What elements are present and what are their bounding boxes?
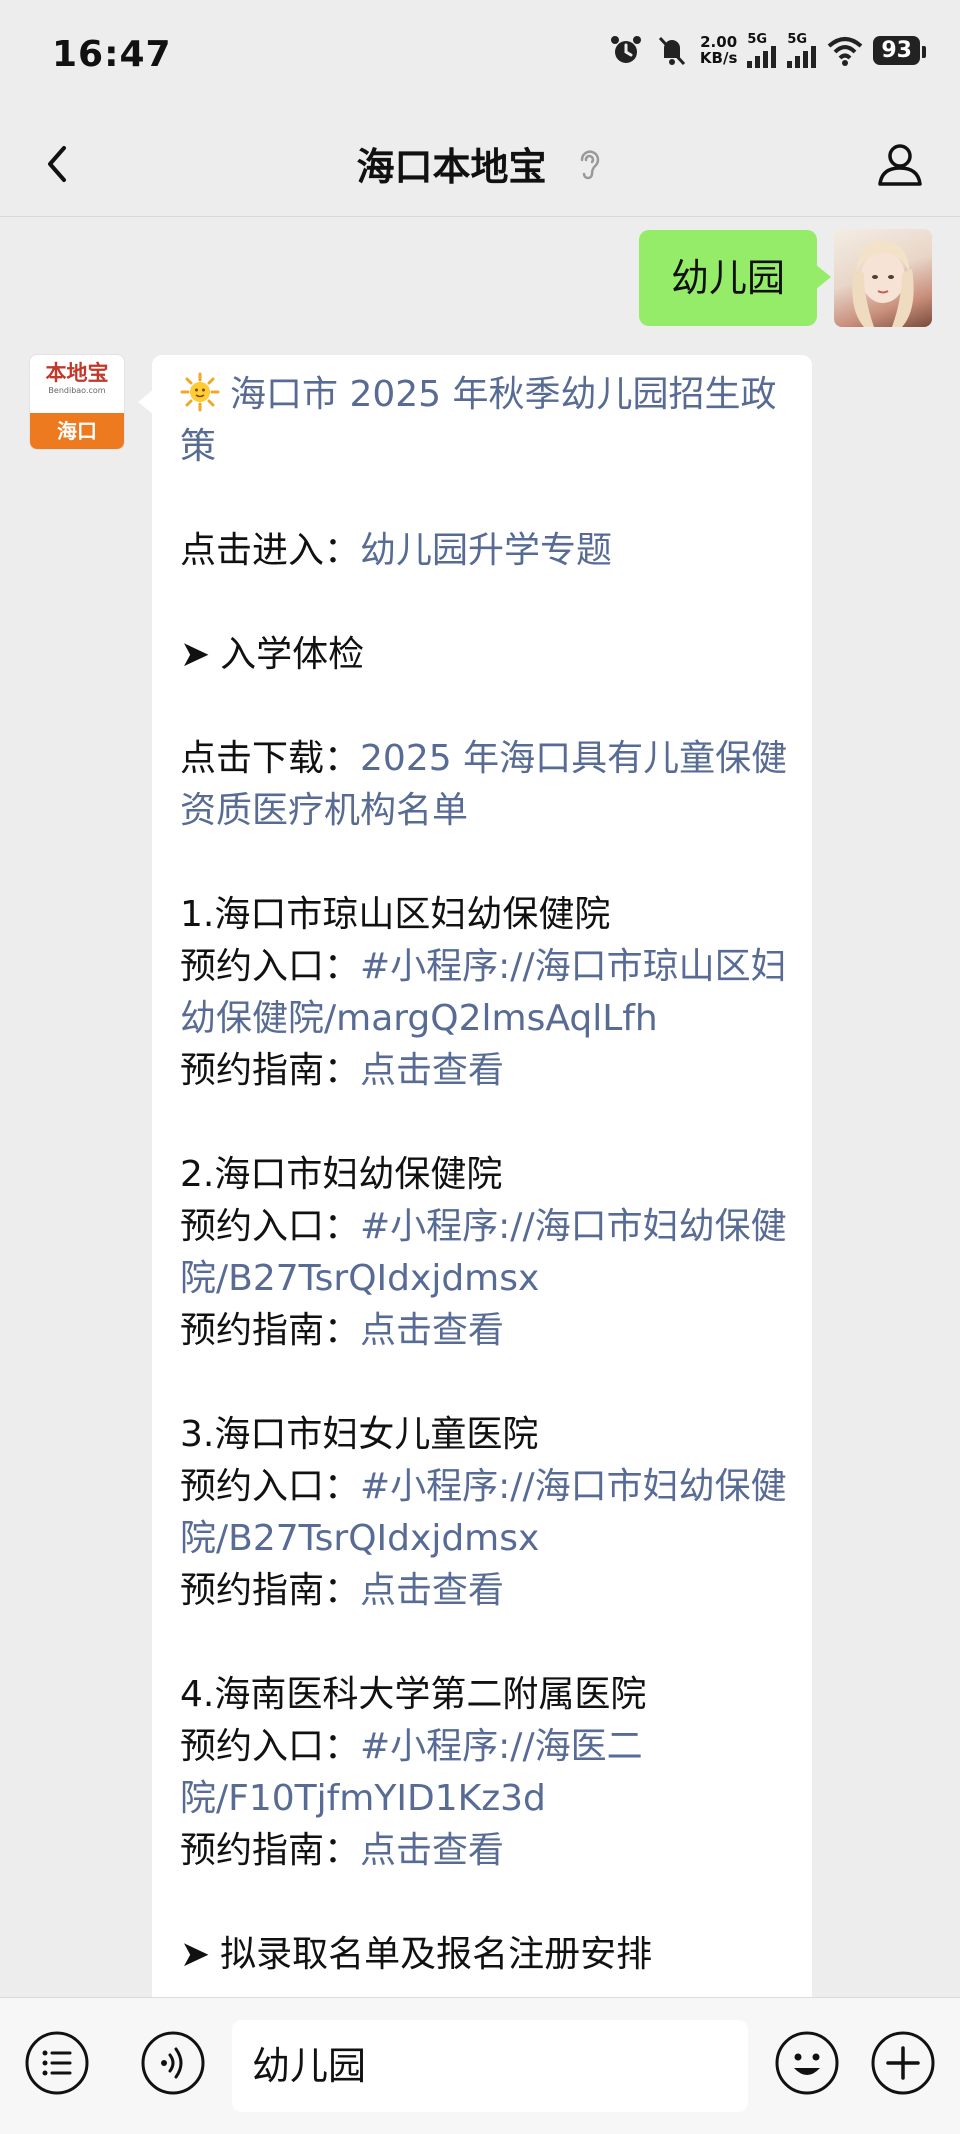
chat-title: 海口本地宝 [356,145,547,189]
bot-logo: 本地宝 Bendibao.com [30,355,124,413]
battery-icon: 93 [873,35,926,65]
emoji-icon[interactable] [774,2030,840,2096]
ear-icon [580,149,599,179]
status-time: 16:47 [52,34,172,75]
status-bar: 16:47 2.00 KB/s 5G 5G 93 [0,0,960,110]
hospital-guide: 预约指南：点击查看 [180,1565,788,1617]
sim2-signal: 5G [787,33,817,68]
arrow-icon: ➤ [180,634,211,675]
chat-area[interactable]: 幼儿园 本地宝 Bendibao.com 海口 海口市 2025 年秋季幼儿园招… [0,217,960,1997]
guide-label: 预约指南： [180,1310,361,1351]
guide-link[interactable]: 点击查看 [360,1050,504,1091]
entry-label: 预约入口： [180,946,361,987]
download-line: 点击下载：2025 年海口具有儿童保健资质医疗机构名单 [180,733,788,837]
sim2-label: 5G [787,31,808,47]
sun-emoji-icon [180,372,220,412]
message-input[interactable]: 幼儿园 [232,2020,748,2112]
hospital-entry: 预约入口：#小程序://海口市琼山区妇幼保健院/margQ2lmsAqlLfh [180,941,788,1045]
guide-link[interactable]: 点击查看 [360,1830,504,1871]
hospital-guide: 预约指南：点击查看 [180,1305,788,1357]
entry-label: 预约入口： [180,1206,361,1247]
my-avatar[interactable] [834,229,932,327]
bot-logo-sub: Bendibao.com [48,386,106,395]
guide-label: 预约指南： [180,1830,361,1871]
download-label: 点击下载： [180,738,361,779]
section-heading-admission: ➤ 拟录取名单及报名注册安排 [180,1929,788,1981]
wifi-icon [828,37,863,66]
profile-icon[interactable] [870,134,930,194]
hospital-entry: 预约入口：#小程序://海医二院/F10TjfmYID1Kz3d [180,1721,788,1825]
guide-link[interactable]: 点击查看 [360,1570,504,1611]
section1-text: 入学体检 [220,634,365,675]
enter-line: 点击进入：幼儿园升学专题 [180,525,788,577]
bot-avatar[interactable]: 本地宝 Bendibao.com 海口 [29,354,125,450]
chat-header: 海口本地宝 [0,110,960,217]
hospital-name: 3.海口市妇女儿童医院 [180,1414,539,1455]
alarm-icon [610,36,641,63]
sim1-signal: 5G [747,33,777,68]
my-message-bubble[interactable]: 幼儿园 [638,230,832,326]
network-speed: 2.00 KB/s [700,34,737,66]
voice-icon[interactable] [140,2030,206,2096]
arrow-icon: ➤ [180,1934,211,1975]
hospital-name: 4.海南医科大学第二附属医院 [180,1674,647,1715]
hospital-entry: 预约入口：#小程序://海口市妇幼保健院/B27TsrQIdxjdmsx [180,1461,788,1565]
message-title-line[interactable]: 海口市 2025 年秋季幼儿园招生政策 [180,369,788,473]
guide-link[interactable]: 点击查看 [360,1310,504,1351]
entry-label: 预约入口： [180,1726,361,1767]
sim1-label: 5G [747,31,768,47]
bot-logo-text: 本地宝 [45,361,109,385]
enter-label: 点击进入： [180,530,361,571]
menu-list-icon[interactable] [24,2030,90,2096]
bot-logo-city: 海口 [30,413,124,449]
guide-label: 预约指南： [180,1050,361,1091]
hospital-guide: 预约指南：点击查看 [180,1825,788,1877]
guide-label: 预约指南： [180,1570,361,1611]
hospital-name: 1.海口市琼山区妇幼保健院 [180,894,611,935]
network-speed-value: 2.00 [700,33,738,51]
signal-icon [747,45,777,68]
entry-label: 预约入口： [180,1466,361,1507]
mute-bell-icon [658,36,686,66]
enter-topic-link[interactable]: 幼儿园升学专题 [360,530,612,571]
policy-title-link[interactable]: 海口市 2025 年秋季幼儿园招生政策 [180,374,777,467]
input-bar: 幼儿园 [0,1997,960,2134]
hospital-entry: 预约入口：#小程序://海口市妇幼保健院/B27TsrQIdxjdmsx [180,1201,788,1305]
plus-icon[interactable] [870,2030,936,2096]
portrait-image [852,241,914,327]
section2-text: 拟录取名单及报名注册安排 [220,1934,653,1975]
status-icons: 2.00 KB/s 5G 5G 93 [608,32,926,68]
hospital-name: 2.海口市妇幼保健院 [180,1154,503,1195]
signal-icon [787,45,817,68]
chat-title-wrap: 海口本地宝 [0,136,960,191]
network-speed-unit: KB/s [699,49,738,67]
section-heading-exam: ➤ 入学体检 [180,629,788,681]
bot-message-bubble: 海口市 2025 年秋季幼儿园招生政策 点击进入：幼儿园升学专题 ➤ 入学体检 点… [138,355,812,1997]
hospital-guide: 预约指南：点击查看 [180,1045,788,1097]
